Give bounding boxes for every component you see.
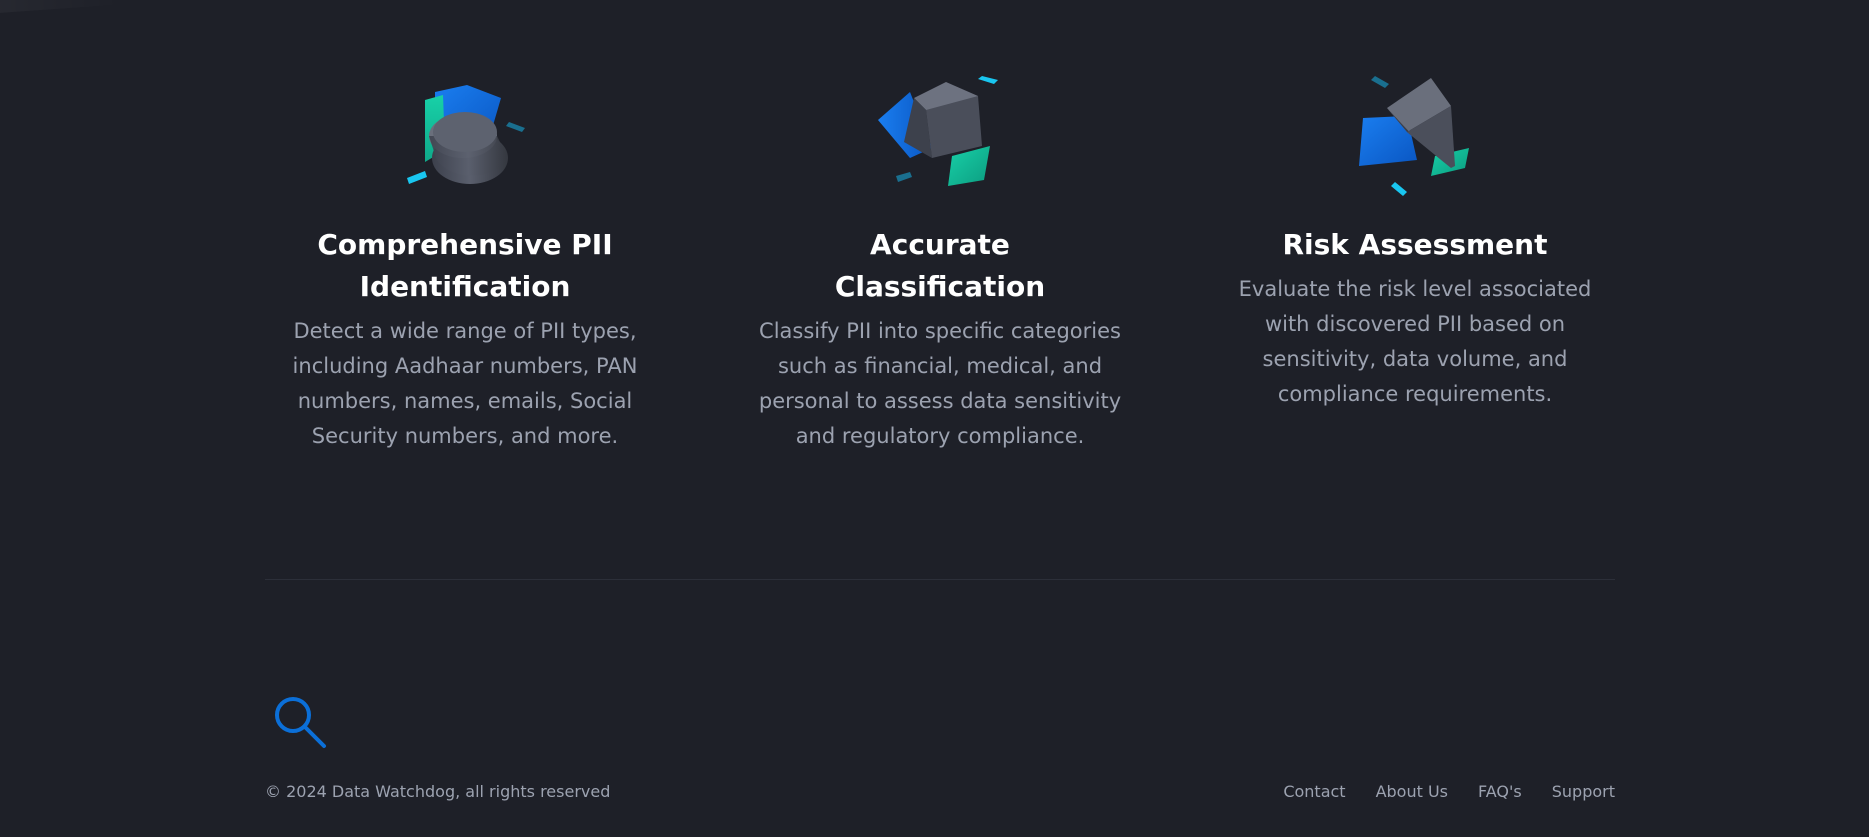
feature-title: Risk Assessment — [1282, 228, 1548, 261]
feature-description: Detect a wide range of PII types, includ… — [292, 319, 638, 448]
cube-shape-icon — [878, 76, 998, 186]
footer-link-faqs[interactable]: FAQ's — [1478, 780, 1522, 804]
feature-description: Classify PII into specific categories su… — [758, 319, 1122, 448]
feature-title: Accurate Classification — [834, 228, 1046, 303]
feature-description: Evaluate the risk level associated with … — [1238, 277, 1592, 406]
footer-divider — [265, 579, 1615, 580]
magnifier-icon[interactable] — [272, 694, 328, 750]
corner-decoration — [0, 0, 122, 16]
footer-link-contact[interactable]: Contact — [1283, 780, 1345, 804]
footer-link-about-us[interactable]: About Us — [1376, 780, 1448, 804]
prism-shape-icon — [1359, 76, 1469, 196]
cylinder-shape-icon — [407, 85, 525, 184]
feature-card-classification: Accurate Classification Classify PII int… — [740, 70, 1140, 454]
copyright-text: © 2024 Data Watchdog, all rights reserve… — [265, 782, 611, 801]
features-section: Comprehensive PII Identification Detect … — [265, 70, 1615, 454]
feature-card-risk-assessment: Risk Assessment Evaluate the risk level … — [1215, 70, 1615, 454]
feature-card-pii-identification: Comprehensive PII Identification Detect … — [265, 70, 665, 454]
footer-nav: Contact About Us FAQ's Support — [1283, 780, 1615, 804]
feature-title: Comprehensive PII Identification — [317, 228, 613, 303]
footer-link-support[interactable]: Support — [1552, 780, 1615, 804]
